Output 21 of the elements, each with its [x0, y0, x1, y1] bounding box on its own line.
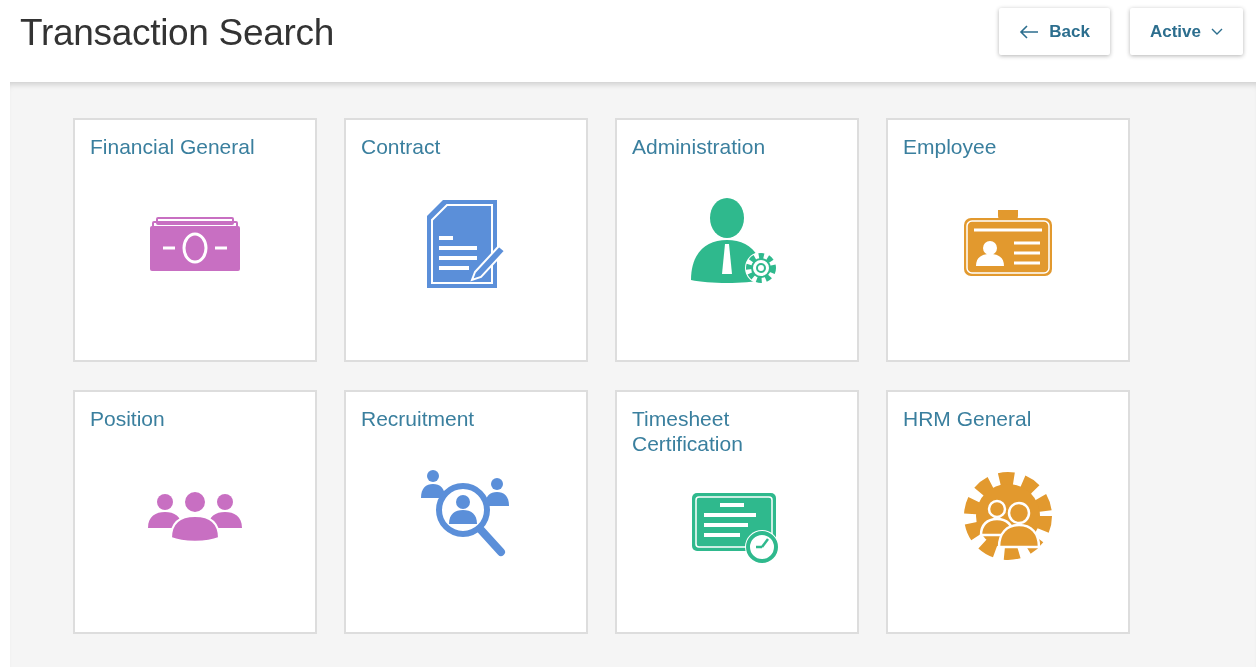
tile-title: HRM General — [903, 406, 1032, 432]
category-tile[interactable]: Timesheet Certification — [615, 390, 859, 634]
category-tile[interactable]: Financial General — [73, 118, 317, 362]
tile-title: Timesheet Certification — [632, 406, 744, 457]
category-tile[interactable]: Recruitment — [344, 390, 588, 634]
category-tile[interactable]: Contract — [344, 118, 588, 362]
chevron-down-icon — [1211, 27, 1223, 36]
category-tile[interactable]: Administration — [615, 118, 859, 362]
category-tile[interactable]: HRM General — [886, 390, 1130, 634]
page-title: Transaction Search — [20, 12, 335, 54]
tile-title: Recruitment — [361, 406, 475, 432]
status-dropdown[interactable]: Active — [1129, 8, 1243, 55]
category-tile[interactable]: Employee — [886, 118, 1130, 362]
tile-title: Administration — [632, 134, 766, 160]
tile-title: Financial General — [90, 134, 255, 160]
back-button[interactable]: Back — [999, 8, 1110, 55]
tile-title: Employee — [903, 134, 997, 160]
category-tile[interactable]: Position — [73, 390, 317, 634]
tile-title: Contract — [361, 134, 441, 160]
tile-title: Position — [90, 406, 165, 432]
back-arrow-icon — [1019, 24, 1040, 39]
